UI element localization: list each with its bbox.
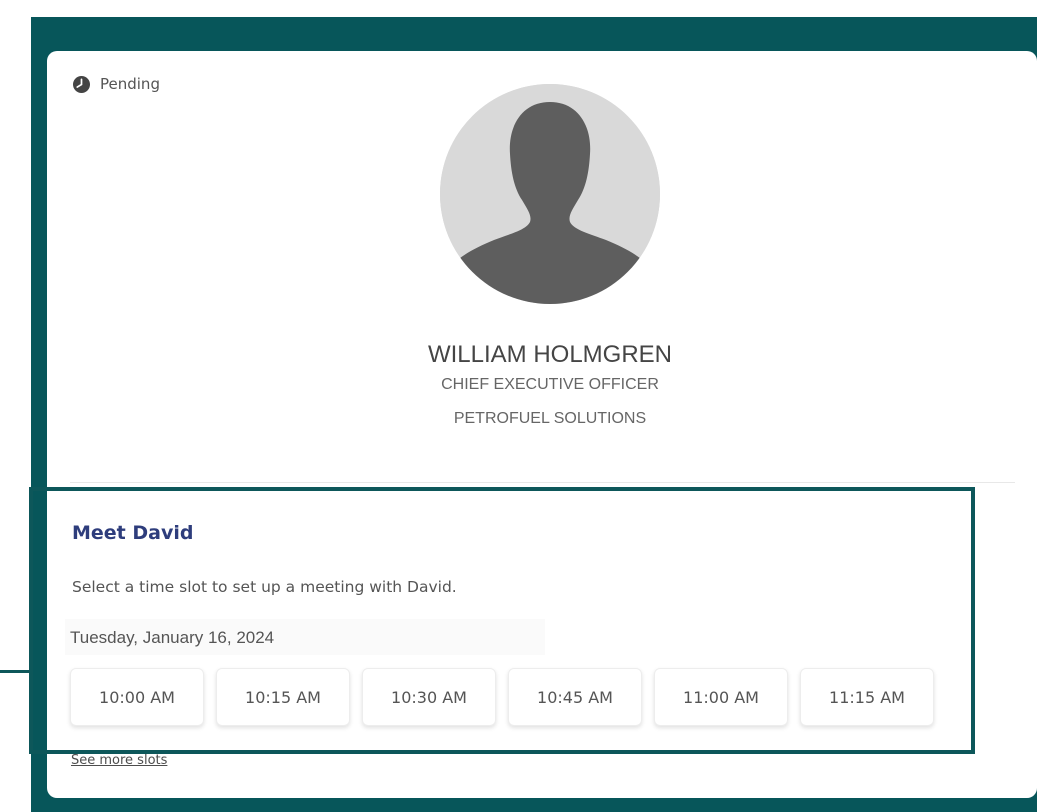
- person-job-title: CHIEF EXECUTIVE OFFICER: [441, 376, 659, 393]
- status-indicator: Pending: [73, 75, 160, 93]
- status-label: Pending: [100, 75, 160, 93]
- clock-icon: [73, 75, 90, 93]
- see-more-slots-link[interactable]: See more slots: [71, 753, 167, 768]
- callout-pointer-line: [0, 670, 33, 673]
- person-company: PETROFUEL SOLUTIONS: [453, 410, 647, 427]
- highlight-callout-box: [29, 487, 975, 754]
- avatar: [440, 84, 660, 304]
- person-name: WILLIAM HOLMGREN: [427, 341, 673, 368]
- person-silhouette-icon: [440, 84, 660, 304]
- section-divider: [70, 482, 1015, 483]
